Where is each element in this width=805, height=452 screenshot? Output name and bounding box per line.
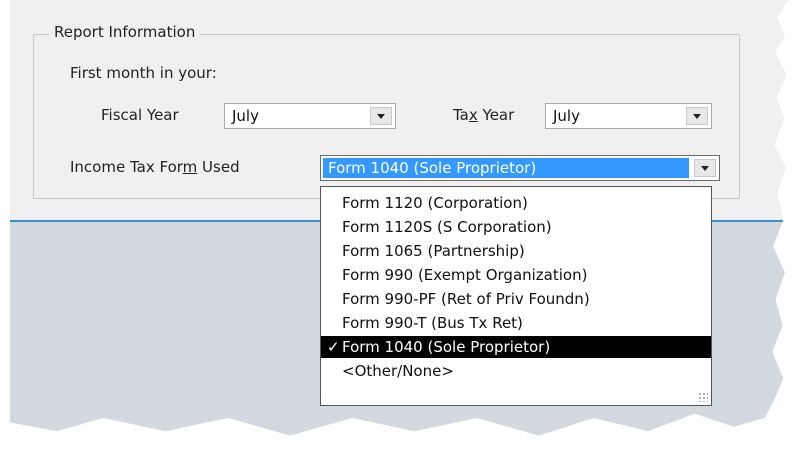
checkmark-icon: ✓ xyxy=(327,338,340,356)
chevron-down-icon[interactable] xyxy=(370,107,392,125)
group-title: Report Information xyxy=(49,23,201,41)
dropdown-option[interactable]: Form 1120S (S Corporation) xyxy=(321,216,711,238)
dropdown-option[interactable]: Form 990 (Exempt Organization) xyxy=(321,264,711,286)
tax-year-label: Tax Year xyxy=(453,106,515,124)
tax-year-select[interactable]: July xyxy=(545,103,712,129)
fiscal-year-value: July xyxy=(232,107,259,125)
first-month-label: First month in your: xyxy=(70,64,217,82)
dropdown-option[interactable]: Form 1065 (Partnership) xyxy=(321,240,711,262)
chevron-down-icon[interactable] xyxy=(686,107,708,125)
dropdown-option-selected[interactable]: ✓ Form 1040 (Sole Proprietor) xyxy=(321,336,711,358)
income-tax-form-value: Form 1040 (Sole Proprietor) xyxy=(323,158,689,178)
dropdown-option[interactable]: Form 1120 (Corporation) xyxy=(321,192,711,214)
income-tax-form-select[interactable]: Form 1040 (Sole Proprietor) xyxy=(320,155,720,181)
resize-grip-icon[interactable] xyxy=(698,392,708,402)
fiscal-year-select[interactable]: July xyxy=(224,103,396,129)
chevron-down-icon[interactable] xyxy=(694,159,716,177)
income-tax-form-label: Income Tax Form Used xyxy=(70,158,240,176)
dropdown-option[interactable]: <Other/None> xyxy=(321,360,711,382)
fiscal-year-label: Fiscal Year xyxy=(101,106,179,124)
income-tax-form-dropdown-list: Form 1120 (Corporation) Form 1120S (S Co… xyxy=(320,186,712,406)
tax-year-value: July xyxy=(553,107,580,125)
dropdown-option[interactable]: Form 990-T (Bus Tx Ret) xyxy=(321,312,711,334)
dropdown-option[interactable]: Form 990-PF (Ret of Priv Foundn) xyxy=(321,288,711,310)
